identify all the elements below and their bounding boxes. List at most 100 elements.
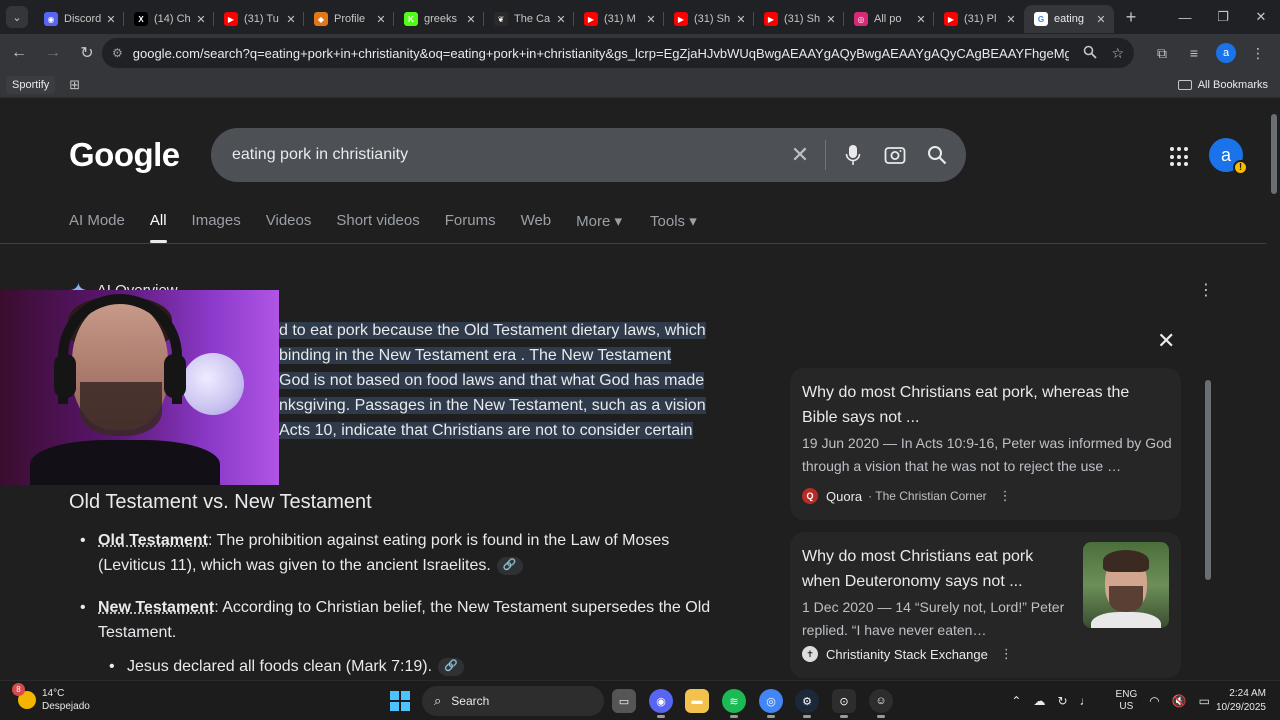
close-tab-icon[interactable]: ✕ (104, 13, 118, 26)
task-view-icon[interactable]: ▭ (612, 689, 636, 713)
account-avatar[interactable]: a ! (1209, 138, 1243, 172)
link-chip-icon[interactable]: 🔗 (497, 557, 523, 575)
app-taskbar-icon[interactable]: ☺ (869, 689, 893, 713)
browser-tab[interactable]: ▶ (31) Tu ✕ (214, 5, 304, 33)
search-input[interactable]: eating pork in christianity (232, 146, 781, 164)
browser-tab[interactable]: ❦ The Ca ✕ (484, 5, 574, 33)
term-new-testament[interactable]: New Testament (98, 599, 214, 616)
start-button[interactable] (390, 691, 410, 711)
taskbar-search[interactable]: ⌕ Search (422, 686, 604, 716)
close-tab-icon[interactable]: ✕ (1004, 13, 1018, 26)
address-bar[interactable]: ⚙ google.com/search?q=eating+pork+in+chr… (102, 38, 1134, 68)
search-tab[interactable]: Forums (445, 212, 496, 230)
more-options-icon[interactable]: ⋮ (1198, 280, 1214, 300)
panel-scrollbar[interactable] (1204, 374, 1212, 680)
sync-icon[interactable]: ↻ (1057, 694, 1067, 708)
file-explorer-icon[interactable]: ▬ (685, 689, 709, 713)
bookmark-star-icon[interactable]: ☆ (1111, 45, 1124, 62)
new-tab-button[interactable]: + (1118, 4, 1144, 30)
bookmark-sportify[interactable]: Sportify (6, 76, 55, 94)
menu-icon[interactable]: ⋮ (1242, 45, 1274, 62)
microphone-icon[interactable]: ♩ (1080, 694, 1092, 708)
spotify-taskbar-icon[interactable]: ≋ (722, 689, 746, 713)
search-tab[interactable]: Short videos (336, 212, 419, 230)
google-apps-icon[interactable] (1170, 147, 1190, 167)
browser-tab[interactable]: ▶ (31) Pl ✕ (934, 5, 1024, 33)
wifi-icon[interactable]: ◠ (1149, 694, 1159, 708)
source-title[interactable]: Why do most Christians eat pork, whereas… (802, 380, 1162, 430)
close-tab-icon[interactable]: ✕ (374, 13, 388, 26)
search-tab[interactable]: Web (521, 212, 552, 230)
browser-tab[interactable]: ▶ (31) Sh ✕ (754, 5, 844, 33)
chrome-taskbar-icon[interactable]: ◎ (759, 689, 783, 713)
close-tab-icon[interactable]: ✕ (464, 13, 478, 26)
lens-search-icon[interactable] (874, 145, 916, 165)
browser-tab[interactable]: Geating ✕ (1024, 5, 1114, 33)
close-tab-icon[interactable]: ✕ (824, 13, 838, 26)
close-tab-icon[interactable]: ✕ (194, 13, 208, 26)
window-controls: — ❐ ✕ (1166, 0, 1280, 34)
steam-taskbar-icon[interactable]: ⚙ (795, 689, 819, 713)
battery-icon[interactable]: ▭ (1199, 694, 1210, 708)
browser-tab[interactable]: ◉ Discord ✕ (34, 5, 124, 33)
zoom-icon[interactable] (1083, 45, 1097, 62)
back-button[interactable]: ← (4, 38, 34, 68)
discord-taskbar-icon[interactable]: ◉ (649, 689, 673, 713)
profile-button[interactable]: a (1216, 43, 1236, 63)
leaf-icon: ❦ (494, 12, 508, 26)
tab-search-button[interactable]: ⌄ (6, 6, 28, 28)
minimize-button[interactable]: — (1166, 0, 1204, 34)
search-submit-icon[interactable] (916, 145, 958, 165)
more-options-icon[interactable]: ⋮ (1000, 646, 1013, 662)
close-tab-icon[interactable]: ✕ (554, 13, 568, 26)
system-tray: ⌃ ☁ ↻ ♩ ENG US ◠ 🔇 ▭ (999, 681, 1210, 720)
browser-tab[interactable]: ◎ All po ✕ (844, 5, 934, 33)
media-controls-icon[interactable]: ≡ (1178, 45, 1210, 61)
close-tab-icon[interactable]: ✕ (734, 13, 748, 26)
browser-tab[interactable]: ◆ Profile ✕ (304, 5, 394, 33)
reload-button[interactable]: ↻ (72, 38, 102, 68)
language-indicator[interactable]: ENG US (1104, 689, 1138, 713)
source-thumbnail[interactable] (1083, 542, 1169, 628)
search-tab[interactable]: Videos (266, 212, 312, 230)
close-tab-icon[interactable]: ✕ (644, 13, 658, 26)
close-window-button[interactable]: ✕ (1242, 0, 1280, 34)
site-info-icon[interactable]: ⚙ (112, 46, 123, 60)
weather-widget[interactable]: 8 14°C Despejado (18, 687, 90, 713)
close-tab-icon[interactable]: ✕ (284, 13, 298, 26)
onedrive-icon[interactable]: ☁ (1033, 694, 1045, 708)
apps-grid-icon[interactable]: ⊞ (69, 77, 80, 93)
url-text[interactable]: google.com/search?q=eating+pork+in+chris… (133, 46, 1070, 61)
search-box[interactable]: eating pork in christianity ✕ (211, 128, 966, 182)
browser-tab[interactable]: ▶ (31) M ✕ (574, 5, 664, 33)
voice-search-icon[interactable] (832, 144, 874, 166)
all-bookmarks-button[interactable]: All Bookmarks (1178, 79, 1268, 91)
tray-overflow-icon[interactable]: ⌃ (1011, 694, 1021, 708)
close-tab-icon[interactable]: ✕ (914, 13, 928, 26)
restore-button[interactable]: ❐ (1204, 0, 1242, 34)
link-chip-icon[interactable]: 🔗 (438, 658, 464, 676)
forward-button[interactable]: → (38, 38, 68, 68)
term-old-testament[interactable]: Old Testament (98, 532, 208, 549)
clock[interactable]: 2:24 AM 10/29/2025 (1216, 687, 1266, 715)
search-tab[interactable]: AI Mode (69, 212, 125, 230)
clear-search-icon[interactable]: ✕ (781, 142, 819, 168)
search-tab[interactable]: Tools ▾ (650, 212, 697, 230)
extensions-icon[interactable]: ⧉ (1146, 45, 1178, 62)
browser-tab[interactable]: Kgreeks ✕ (394, 5, 484, 33)
volume-muted-icon[interactable]: 🔇 (1172, 694, 1187, 708)
search-tab[interactable]: Images (192, 212, 241, 230)
source-title[interactable]: Why do most Christians eat pork when Deu… (802, 544, 1072, 594)
more-options-icon[interactable]: ⋮ (999, 488, 1012, 504)
search-tab[interactable]: All (150, 212, 167, 230)
browser-tab[interactable]: ▶ (31) Sh ✕ (664, 5, 754, 33)
search-tab[interactable]: More ▾ (576, 212, 622, 230)
source-card[interactable]: Why do most Christians eat pork, whereas… (790, 368, 1181, 520)
source-card[interactable]: Why do most Christians eat pork when Deu… (790, 532, 1181, 678)
page-scrollbar[interactable] (1268, 100, 1280, 680)
obs-taskbar-icon[interactable]: ⊙ (832, 689, 856, 713)
google-logo[interactable]: Google (69, 136, 180, 174)
close-panel-icon[interactable]: ✕ (1157, 328, 1175, 354)
close-tab-icon[interactable]: ✕ (1094, 13, 1108, 26)
browser-tab[interactable]: X (14) Ch ✕ (124, 5, 214, 33)
